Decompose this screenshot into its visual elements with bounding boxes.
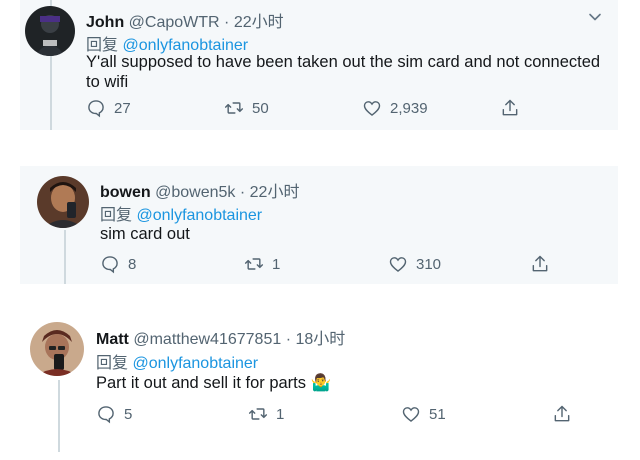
reply-icon — [102, 256, 118, 274]
retweet-count: 1 — [276, 405, 285, 423]
author-handle[interactable]: @CapoWTR — [129, 14, 220, 31]
tweet-actions: 8 1 310 — [100, 254, 550, 278]
reply-button[interactable]: 5 — [96, 404, 132, 424]
like-button[interactable]: 310 — [388, 254, 441, 274]
avatar-image — [37, 176, 89, 228]
like-count: 310 — [416, 255, 442, 273]
reply-prefix: 回复 — [96, 355, 129, 372]
share-icon — [554, 405, 570, 422]
reply-to-handle[interactable]: @onlyfanobtainer — [136, 207, 262, 224]
tweet-card[interactable]: Matt @matthew41677851 · 18小时 回复 @onlyfan… — [20, 312, 618, 452]
reply-count: 5 — [124, 405, 133, 423]
tweet-card[interactable]: bowen @bowen5k · 22小时 回复 @onlyfanobtaine… — [20, 166, 618, 284]
tweet-text-content: Part it out and sell it for parts — [96, 374, 307, 392]
reply-context: 回复 @onlyfanobtainer — [100, 201, 262, 225]
author-name[interactable]: John — [86, 14, 124, 31]
share-button[interactable] — [552, 404, 572, 424]
reply-icon — [98, 406, 114, 424]
retweet-button[interactable]: 50 — [224, 98, 269, 118]
reply-context: 回复 @onlyfanobtainer — [96, 349, 258, 373]
reply-icon — [88, 100, 104, 118]
reply-button[interactable]: 8 — [100, 254, 136, 274]
tweet-card[interactable]: John @CapoWTR · 22小时 回复 @onlyfanobtainer… — [20, 0, 618, 130]
timestamp[interactable]: 22小时 — [250, 184, 300, 201]
tweet-header: bowen @bowen5k · 22小时 — [100, 178, 299, 202]
avatar[interactable] — [25, 6, 75, 56]
tweet-text: Y'all supposed to have been taken out th… — [86, 53, 601, 91]
reply-button[interactable]: 27 — [86, 98, 131, 118]
thread-line — [50, 56, 52, 130]
tweet-header: John @CapoWTR · 22小时 — [86, 8, 284, 32]
tweet-actions: 27 50 2,939 — [86, 98, 526, 122]
tweet-text: Part it out and sell it for parts 🤷‍♂️ — [96, 373, 596, 393]
share-icon — [502, 99, 518, 116]
retweet-icon — [248, 408, 268, 420]
thread-line — [64, 230, 66, 284]
timestamp[interactable]: 18小时 — [295, 331, 345, 348]
share-button[interactable] — [530, 254, 550, 274]
retweet-icon — [244, 258, 264, 270]
heart-icon — [363, 101, 381, 116]
avatar[interactable] — [30, 322, 84, 376]
reply-count: 8 — [128, 255, 137, 273]
tweet-actions: 5 1 51 — [96, 404, 570, 428]
tweet-text: sim card out — [100, 225, 190, 243]
separator: · — [239, 184, 246, 201]
like-button[interactable]: 51 — [401, 404, 446, 424]
tweet-header: Matt @matthew41677851 · 18小时 — [96, 325, 345, 349]
timestamp[interactable]: 22小时 — [234, 14, 284, 31]
heart-icon — [402, 407, 420, 422]
thread-line — [58, 380, 60, 452]
retweet-count: 50 — [252, 99, 269, 117]
like-button[interactable]: 2,939 — [362, 98, 428, 118]
reply-to-handle[interactable]: @onlyfanobtainer — [132, 355, 258, 372]
author-name[interactable]: bowen — [100, 184, 151, 201]
share-icon — [532, 255, 548, 272]
author-name[interactable]: Matt — [96, 331, 129, 348]
retweet-button[interactable]: 1 — [244, 254, 280, 274]
avatar-image — [25, 6, 75, 56]
separator: · — [224, 14, 230, 31]
retweet-icon — [224, 102, 244, 114]
retweet-button[interactable]: 1 — [248, 404, 284, 424]
share-button[interactable] — [500, 98, 520, 118]
avatar[interactable] — [37, 176, 89, 228]
chevron-down-icon[interactable] — [588, 10, 602, 24]
reply-prefix: 回复 — [100, 207, 133, 224]
heart-icon — [389, 257, 407, 272]
author-handle[interactable]: @bowen5k — [155, 184, 235, 201]
retweet-count: 1 — [272, 255, 281, 273]
like-count: 2,939 — [390, 99, 428, 117]
separator: · — [285, 331, 292, 348]
avatar-image — [30, 322, 84, 376]
author-handle[interactable]: @matthew41677851 — [133, 331, 281, 348]
reply-count: 27 — [114, 99, 131, 117]
like-count: 51 — [429, 405, 446, 423]
shrug-emoji: 🤷‍♂️ — [310, 374, 332, 392]
